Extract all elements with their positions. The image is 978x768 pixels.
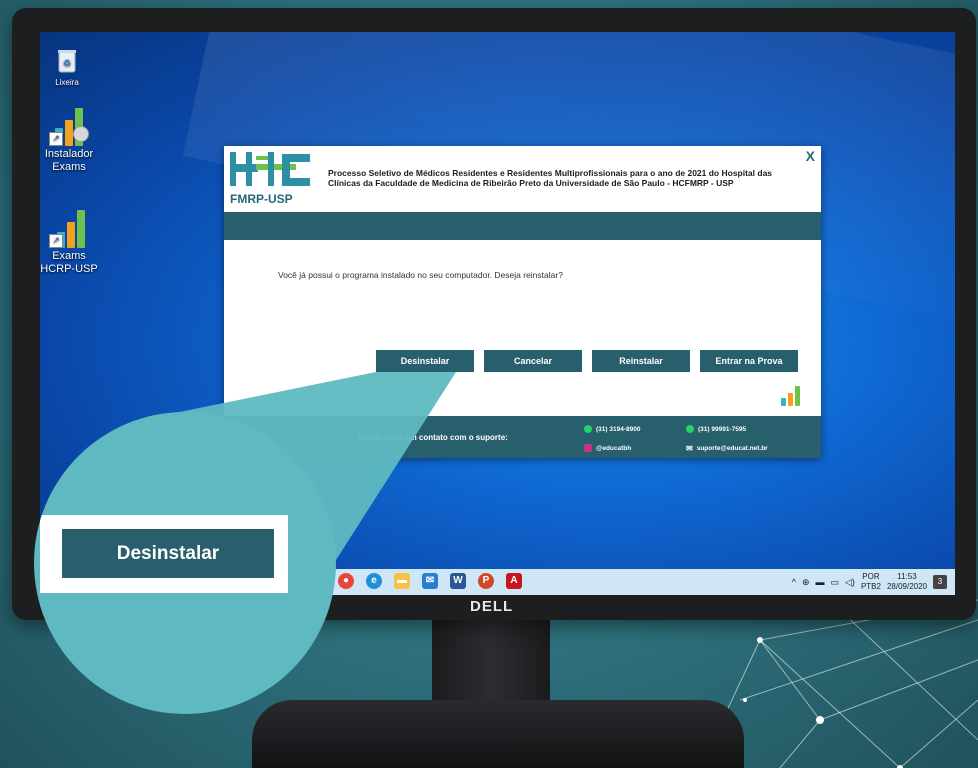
installer-icon: ↗ <box>49 106 89 146</box>
svg-text:♻: ♻ <box>63 58 71 68</box>
zoomed-uninstall-button[interactable]: Desinstalar <box>62 529 274 578</box>
instagram-icon <box>584 444 592 452</box>
chevron-up-icon[interactable]: ^ <box>792 577 796 587</box>
edge-icon[interactable]: e <box>366 573 382 589</box>
logo-text: FMRP-USP <box>230 192 293 206</box>
dialog-footer: idade, entre em contato com o suporte: (… <box>224 416 821 458</box>
close-button[interactable]: X <box>806 148 815 164</box>
powerpoint-icon[interactable]: P <box>478 573 494 589</box>
monitor-brand-logo: DELL <box>470 598 514 615</box>
email-contact[interactable]: ✉ suporte@educat.net.br <box>686 444 768 453</box>
whatsapp-icon <box>686 425 694 433</box>
acrobat-icon[interactable]: A <box>506 573 522 589</box>
hc-logo: FMRP-USP <box>228 150 318 208</box>
instagram-contact[interactable]: @educatbh <box>584 444 631 452</box>
dialog-header: FMRP-USP Processo Seletivo de Médicos Re… <box>224 146 821 212</box>
dialog-message: Você já possui o programa instalado no s… <box>278 270 563 280</box>
phone-icon <box>584 425 592 433</box>
desktop-icon-label: Exams HCRP-USP <box>40 250 98 275</box>
installer-dialog: FMRP-USP Processo Seletivo de Médicos Re… <box>224 146 821 458</box>
cancel-button[interactable]: Cancelar <box>484 350 582 372</box>
zoom-magnifier: Desinstalar <box>34 412 336 714</box>
mail-icon: ✉ <box>686 444 693 453</box>
word-icon[interactable]: W <box>450 573 466 589</box>
notification-center-icon[interactable]: 3 <box>933 575 947 589</box>
enter-exam-button[interactable]: Entrar na Prova <box>700 350 798 372</box>
desktop-icon-exams-hcrp[interactable]: ↗ Exams HCRP-USP <box>40 208 104 276</box>
exams-icon: ↗ <box>49 208 89 248</box>
battery-icon[interactable]: ▬ <box>816 577 825 587</box>
desktop-icon-installer-exams[interactable]: ↗ Instalador Exams <box>40 106 104 174</box>
uninstall-button[interactable]: Desinstalar <box>376 350 474 372</box>
exams-mini-logo-icon <box>781 386 801 406</box>
display-icon[interactable]: ▭ <box>831 577 840 588</box>
desktop-icon-label: Lixeira <box>55 78 79 87</box>
phone-contact-2: (31) 99991-7595 <box>686 425 746 433</box>
monitor-stand-base <box>252 700 744 768</box>
desktop-icon-recycle-bin[interactable]: ♻ Lixeira <box>40 48 102 89</box>
volume-icon[interactable]: ◁) <box>845 577 855 588</box>
system-tray: ^ ⊕ ▬ ▭ ◁) POR PTB2 11:53 28/09/2020 3 <box>792 572 947 592</box>
recycle-bin-icon: ♻ <box>56 48 78 74</box>
chrome-icon[interactable]: ● <box>338 573 354 589</box>
dialog-header-band <box>224 212 821 240</box>
dialog-title: Processo Seletivo de Médicos Residentes … <box>328 168 773 188</box>
clock[interactable]: 11:53 28/09/2020 <box>887 572 927 592</box>
desktop-icon-label: Instalador Exams <box>44 148 94 173</box>
file-explorer-icon[interactable]: ▬ <box>394 573 410 589</box>
support-text: idade, entre em contato com o suporte: <box>358 433 508 442</box>
input-language[interactable]: POR PTB2 <box>861 572 881 592</box>
phone-contact-1: (31) 3194-8900 <box>584 425 640 433</box>
mail-icon[interactable]: ✉ <box>422 573 438 589</box>
reinstall-button[interactable]: Reinstalar <box>592 350 690 372</box>
network-icon[interactable]: ⊕ <box>802 577 810 588</box>
